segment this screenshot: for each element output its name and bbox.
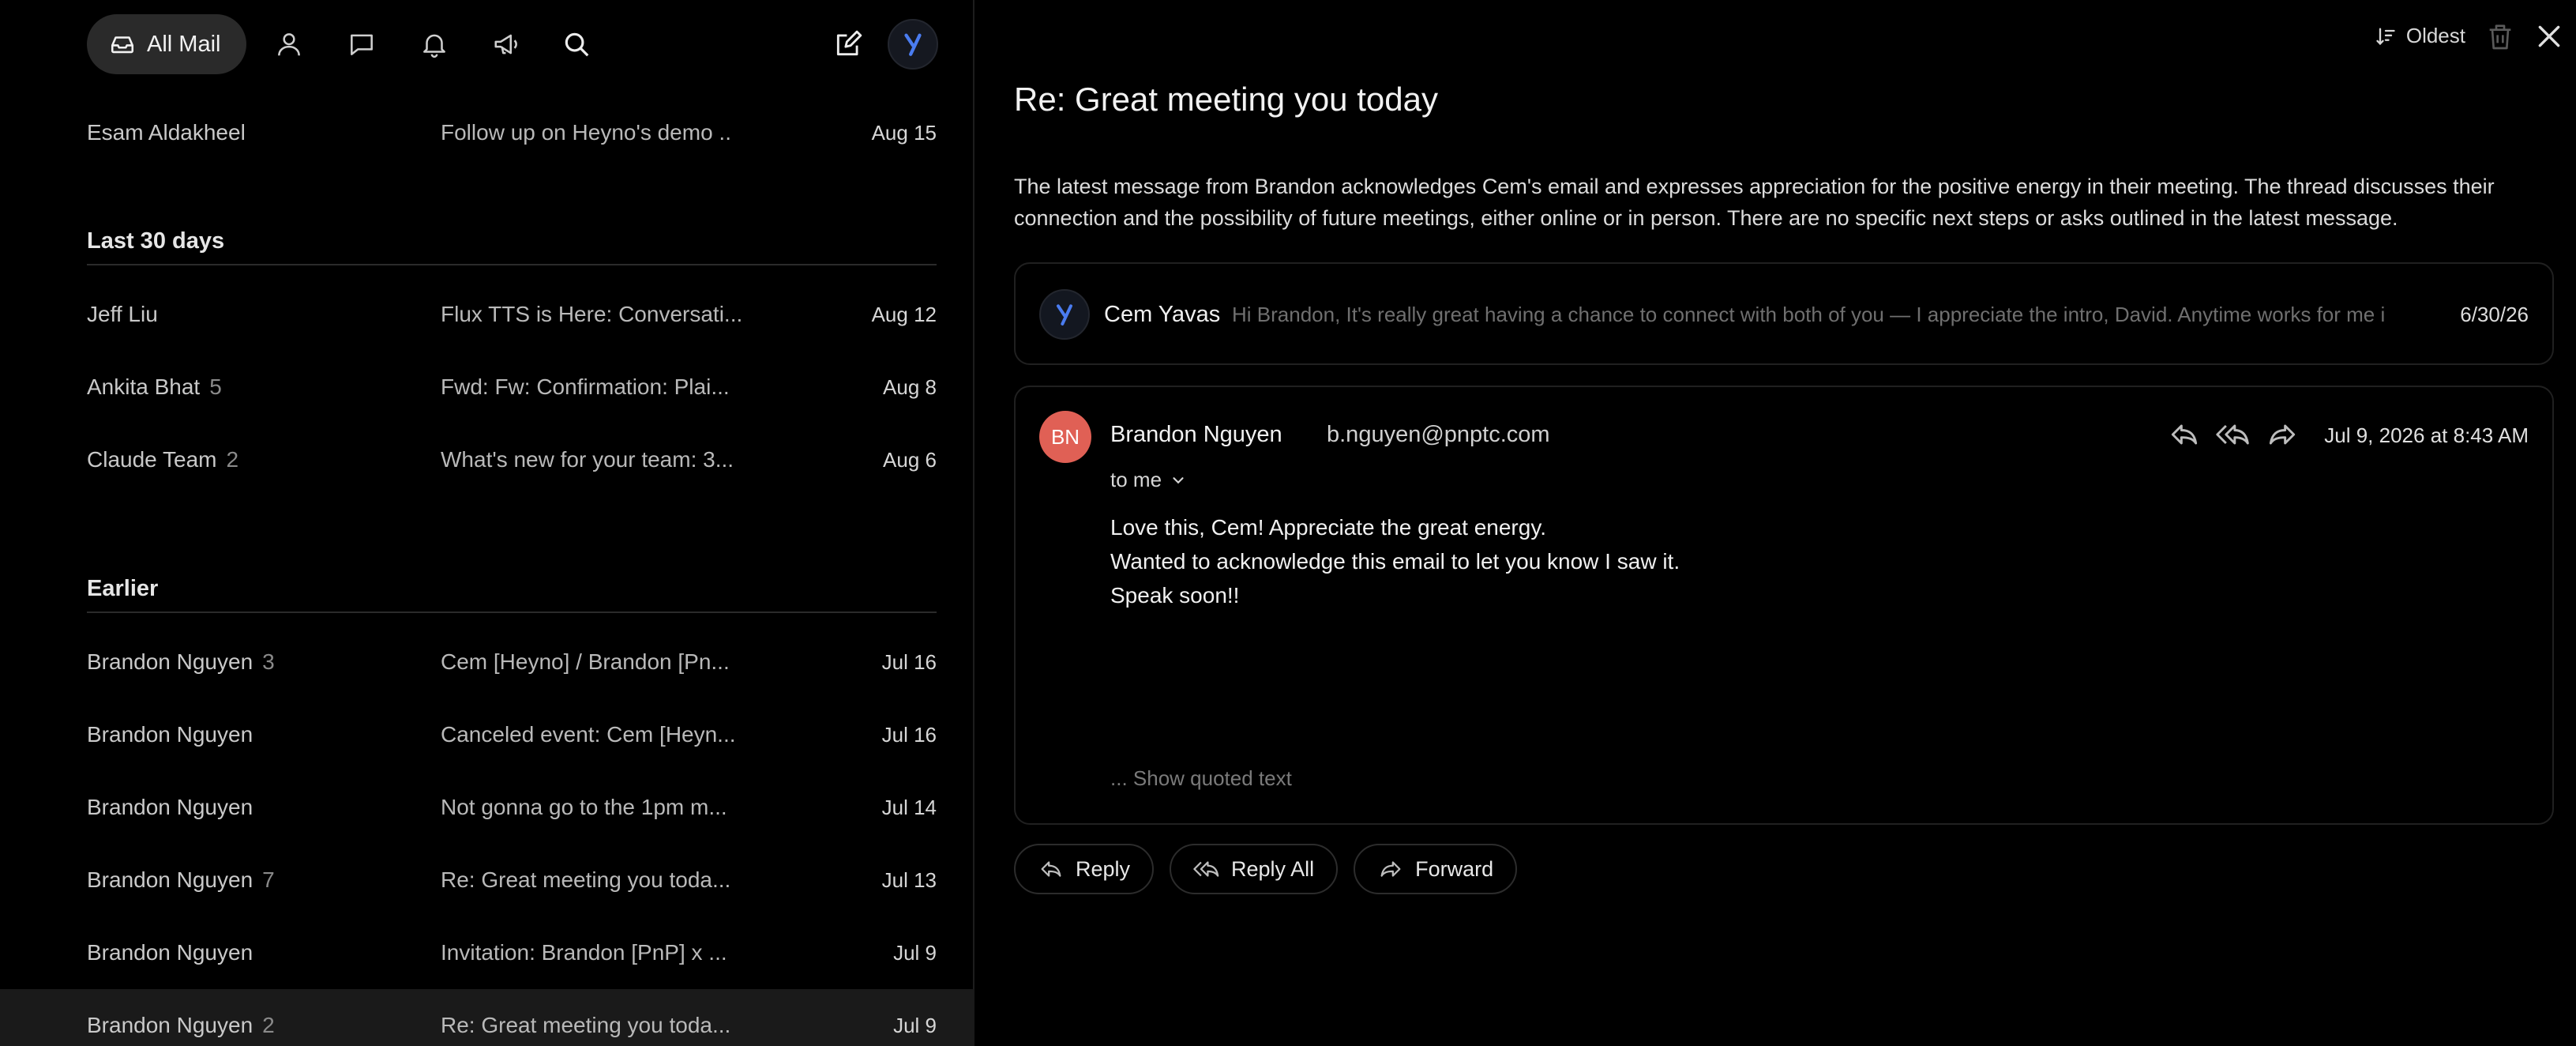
row-date: Jul 9 — [893, 941, 937, 965]
list-item[interactable]: Brandon Nguyen Canceled event: Cem [Heyn… — [0, 698, 974, 771]
compose-icon[interactable] — [824, 21, 872, 68]
collapsed-message[interactable]: Cem Yavas Hi Brandon, It's really great … — [1014, 262, 2554, 365]
row-subject: Cem [Heyno] / Brandon [Pn... — [441, 649, 730, 674]
contacts-icon[interactable] — [265, 21, 313, 68]
body-line: Speak soon!! — [1110, 583, 1240, 608]
row-date: Jul 16 — [881, 650, 937, 674]
row-date: Jul 14 — [881, 796, 937, 819]
message-actions — [2167, 417, 2300, 452]
row-subject: What's new for your team: 3... — [441, 447, 734, 472]
list-item-selected[interactable]: Brandon Nguyen 2 Re: Great meeting you to… — [0, 989, 974, 1046]
collapsed-sender: Cem Yavas — [1104, 302, 1221, 327]
account-avatar[interactable] — [888, 19, 938, 70]
row-date: Jul 16 — [881, 723, 937, 747]
sort-label: Oldest — [2405, 24, 2465, 47]
row-sender: Jeff Liu — [87, 302, 158, 326]
brand-y-icon — [904, 33, 922, 56]
thread-summary: The latest message from Brandon acknowle… — [1014, 175, 2495, 230]
row-date: Aug 6 — [883, 448, 937, 472]
thread-title: Re: Great meeting you today — [1014, 81, 1438, 118]
row-date: Aug 8 — [883, 375, 937, 399]
row-sender: Brandon Nguyen 7 — [87, 867, 275, 892]
sender-name: Brandon Nguyen — [1110, 422, 1282, 447]
forward-button[interactable]: Forward — [1354, 844, 1518, 894]
all-mail-button[interactable]: All Mail — [87, 14, 246, 74]
all-mail-label: All Mail — [147, 31, 221, 57]
row-subject: Fwd: Fw: Confirmation: Plai... — [441, 374, 730, 399]
chat-icon[interactable] — [338, 21, 385, 68]
section-header-earlier: Earlier — [87, 570, 937, 613]
inbox-icon — [111, 36, 134, 54]
brand-y-icon — [1057, 304, 1072, 325]
reading-pane: Oldest Re: Great meeting you today The l… — [976, 0, 2576, 1046]
list-item[interactable]: Brandon Nguyen Invitation: Brandon [PnP]… — [0, 916, 974, 989]
reply-button-row: Reply Reply All Forward — [1014, 844, 1518, 894]
forward-icon — [1380, 861, 1401, 877]
sort-icon — [2376, 28, 2395, 45]
message-body: Love this, Cem! Appreciate the great ene… — [1110, 510, 1680, 612]
search-icon[interactable] — [553, 21, 600, 68]
row-sender: Brandon Nguyen — [87, 722, 253, 747]
expanded-message: BN Brandon Nguyen b.nguyen@pnptc.com Jul… — [1014, 386, 2554, 825]
row-date: Aug 12 — [871, 303, 937, 326]
reply-label: Reply — [1076, 856, 1131, 881]
list-item[interactable]: Esam Aldakheel Follow up on Heyno's demo… — [0, 96, 974, 169]
row-subject: Flux TTS is Here: Conversati... — [441, 302, 741, 326]
reply-button[interactable]: Reply — [1014, 844, 1155, 894]
reply-all-label: Reply All — [1231, 856, 1315, 881]
sender-email: b.nguyen@pnptc.com — [1327, 422, 1550, 447]
collapsed-date: 6/30/26 — [2460, 303, 2529, 326]
forward-icon[interactable] — [2265, 417, 2300, 452]
list-toolbar: All Mail — [0, 0, 974, 88]
recipients-label: to me — [1110, 468, 1162, 491]
list-item[interactable]: Claude Team 2 What's new for your team: 3… — [0, 423, 974, 496]
message-date: Jul 9, 2026 at 8:43 AM — [2324, 423, 2529, 447]
row-subject: Invitation: Brandon [PnP] x ... — [441, 940, 727, 965]
list-item[interactable]: Brandon Nguyen 3 Cem [Heyno] / Brandon [P… — [0, 626, 974, 698]
row-subject: Not gonna go to the 1pm m... — [441, 795, 727, 819]
trash-icon[interactable] — [2484, 21, 2519, 55]
chevron-down-icon — [1173, 476, 1184, 483]
body-line: Wanted to acknowledge this email to let … — [1110, 549, 1680, 574]
list-item[interactable]: Ankita Bhat 5 Fwd: Fw: Confirmation: Plai… — [0, 351, 974, 423]
forward-label: Forward — [1415, 856, 1494, 881]
row-date: Jul 13 — [881, 868, 937, 892]
row-subject: Canceled event: Cem [Heyn... — [441, 722, 736, 747]
reply-all-icon[interactable] — [2216, 417, 2251, 452]
reply-icon[interactable] — [2167, 417, 2202, 452]
row-sender: Brandon Nguyen — [87, 795, 253, 819]
collapsed-preview: Hi Brandon, It's really great having a c… — [1232, 303, 2385, 326]
row-subject: Follow up on Heyno's demo .. — [441, 120, 731, 145]
row-sender: Brandon Nguyen 3 — [87, 649, 275, 674]
list-item[interactable]: Jeff Liu Flux TTS is Here: Conversati...… — [0, 278, 974, 351]
reply-all-icon — [1193, 861, 1219, 877]
mail-list-pane: All Mail Esam Aldakheel Follow up on Hey… — [0, 0, 974, 1046]
reply-all-button[interactable]: Reply All — [1170, 844, 1339, 894]
body-line: Love this, Cem! Appreciate the great ene… — [1110, 515, 1547, 540]
show-quoted-text-link[interactable]: ... Show quoted text — [1110, 766, 1292, 791]
reply-icon — [1041, 861, 1061, 877]
reader-controls: Oldest — [2102, 19, 2576, 60]
row-date: Aug 15 — [871, 121, 937, 145]
avatar: BN — [1039, 411, 1091, 463]
section-header-last-30-days: Last 30 days — [87, 223, 937, 265]
row-sender: Brandon Nguyen 2 — [87, 1013, 275, 1037]
row-sender: Esam Aldakheel — [87, 120, 246, 145]
row-sender: Claude Team 2 — [87, 447, 239, 472]
list-item[interactable]: Brandon Nguyen 7 Re: Great meeting you to… — [0, 844, 974, 916]
megaphone-icon[interactable] — [483, 21, 531, 68]
row-sender: Ankita Bhat 5 — [87, 374, 222, 399]
mail-app: All Mail Esam Aldakheel Follow up on Hey… — [0, 0, 2576, 1046]
bell-icon[interactable] — [411, 21, 458, 68]
recipients-toggle[interactable]: to me — [1110, 468, 1187, 492]
row-subject: Re: Great meeting you toda... — [441, 867, 731, 892]
row-subject: Re: Great meeting you toda... — [441, 1013, 731, 1037]
row-date: Jul 9 — [893, 1014, 937, 1037]
list-item[interactable]: Brandon Nguyen Not gonna go to the 1pm m… — [0, 771, 974, 844]
sort-oldest-button[interactable]: Oldest — [2375, 24, 2465, 48]
avatar — [1039, 289, 1090, 340]
row-sender: Brandon Nguyen — [87, 940, 253, 965]
close-icon[interactable] — [2533, 21, 2568, 55]
